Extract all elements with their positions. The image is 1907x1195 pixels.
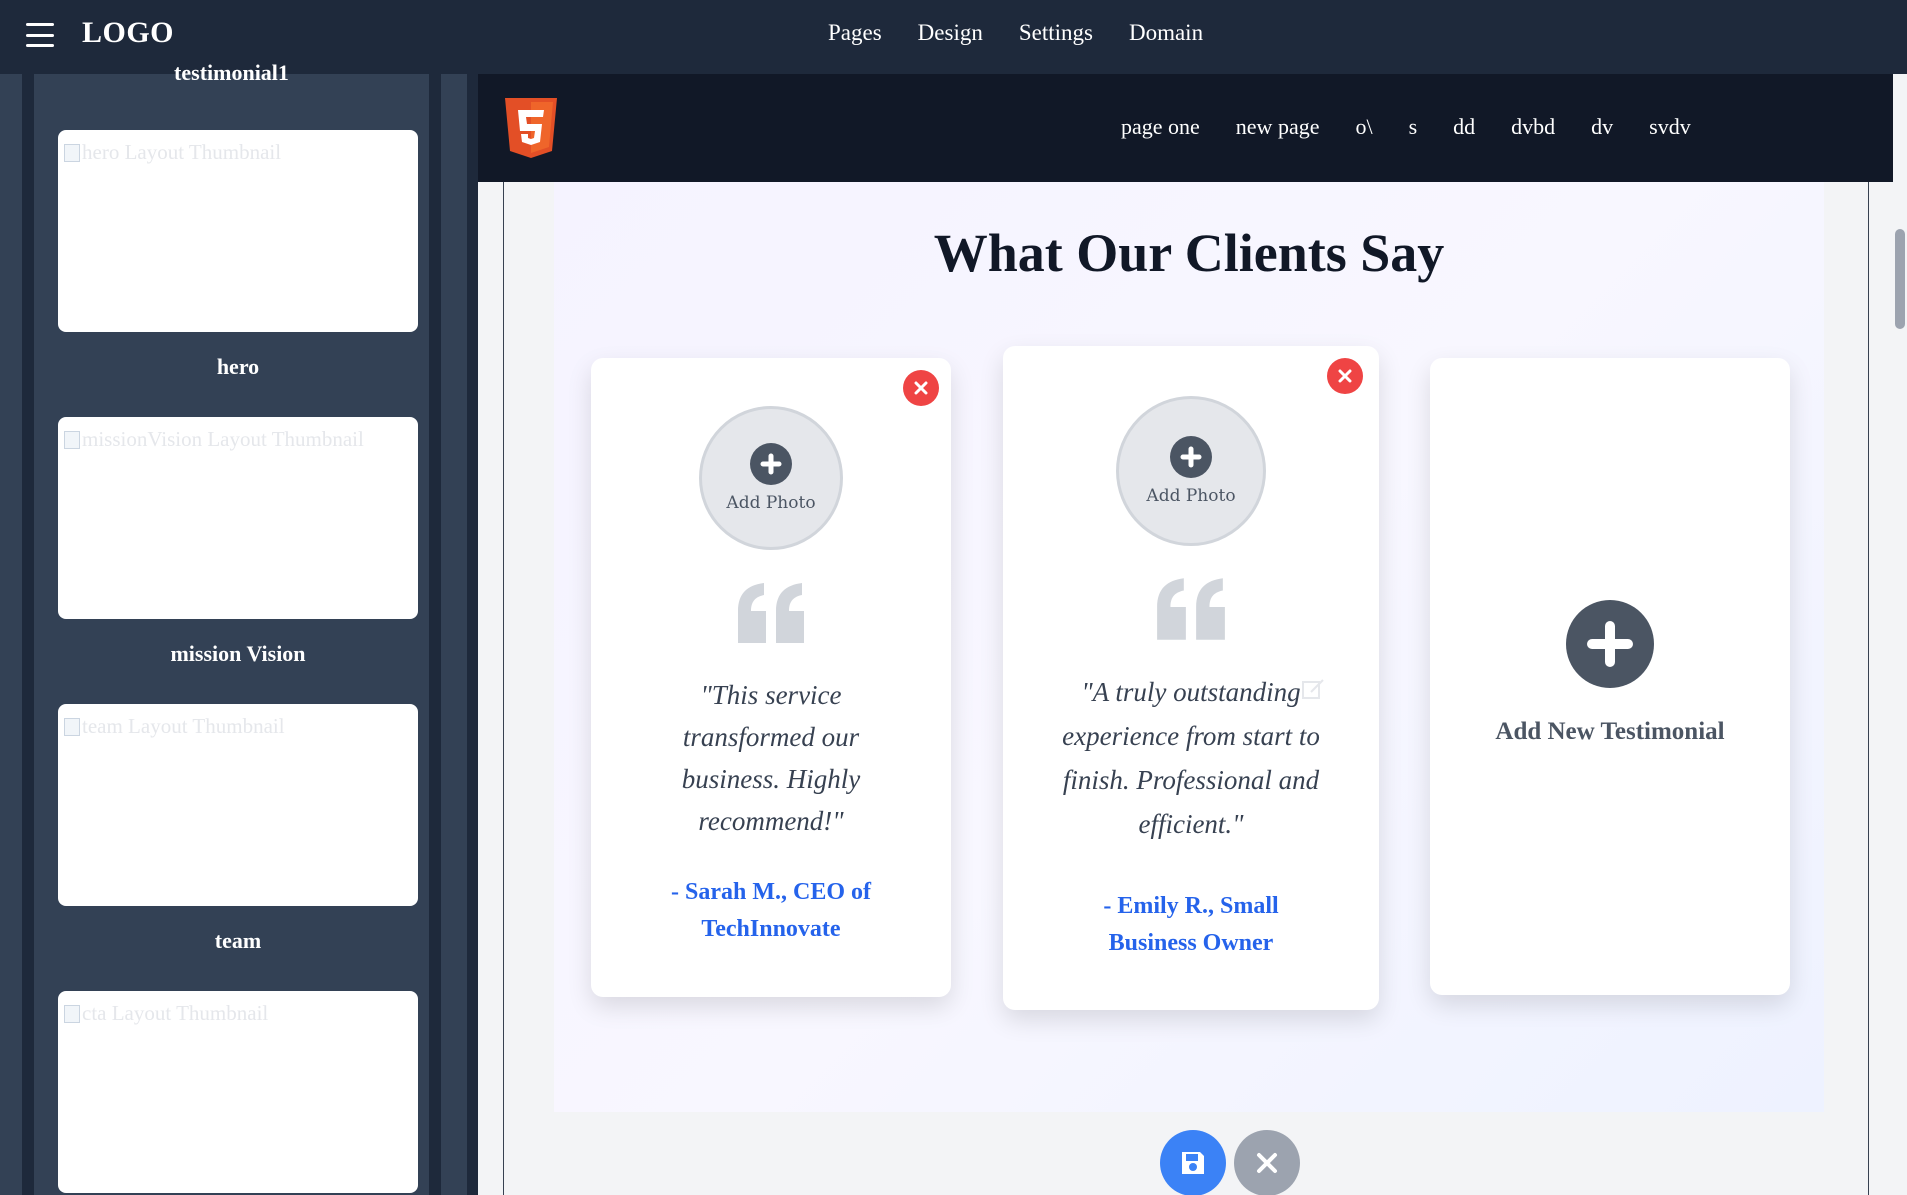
site-nav-link[interactable]: dv bbox=[1591, 114, 1613, 140]
preview-scrollbar[interactable] bbox=[1893, 74, 1907, 1195]
layout-thumbnail[interactable]: cta Layout Thumbnail bbox=[58, 991, 418, 1193]
layout-item-hero[interactable]: hero Layout Thumbnail hero bbox=[58, 130, 418, 380]
nav-pages[interactable]: Pages bbox=[828, 20, 882, 46]
thumbnail-alt: team Layout Thumbnail bbox=[82, 714, 285, 738]
editor-frame: What Our Clients Say Add Photo "This ser… bbox=[503, 182, 1869, 1195]
nav-design[interactable]: Design bbox=[918, 20, 983, 46]
thumbnail-alt: hero Layout Thumbnail bbox=[82, 140, 282, 164]
site-nav-link[interactable]: svdv bbox=[1649, 114, 1691, 140]
broken-image-icon bbox=[64, 717, 80, 736]
add-photo-label: Add Photo bbox=[1146, 486, 1236, 506]
site-nav-link[interactable]: dvbd bbox=[1511, 114, 1555, 140]
top-nav: Pages Design Settings Domain bbox=[828, 20, 1203, 46]
broken-image-icon bbox=[64, 430, 80, 449]
testimonial-card: Add Photo "This service transformed our … bbox=[591, 358, 951, 997]
layout-label: mission Vision bbox=[170, 641, 306, 666]
broken-image-icon bbox=[64, 143, 80, 162]
site-nav-link[interactable]: page one bbox=[1121, 114, 1200, 140]
quote-icon bbox=[1157, 578, 1225, 640]
nav-domain[interactable]: Domain bbox=[1129, 20, 1203, 46]
testimonial-card: Add Photo "A truly outstanding experienc… bbox=[1003, 346, 1379, 1010]
testimonial-quote[interactable]: "A truly outstanding experience from sta… bbox=[1047, 670, 1335, 846]
save-button[interactable] bbox=[1160, 1130, 1226, 1195]
add-testimonial-icon bbox=[1566, 600, 1654, 688]
cancel-button[interactable] bbox=[1234, 1130, 1300, 1195]
site-nav-link[interactable]: o\ bbox=[1355, 114, 1372, 140]
add-testimonial-label: Add New Testimonial bbox=[1495, 718, 1725, 745]
app-logo: LOGO bbox=[82, 16, 175, 49]
site-nav: page one new page o\ s dd dvbd dv svdv bbox=[1121, 114, 1691, 140]
sidebar-edge bbox=[467, 74, 478, 1195]
section-title[interactable]: What Our Clients Say bbox=[554, 222, 1824, 284]
hamburger-menu-icon[interactable] bbox=[26, 23, 54, 47]
nav-settings[interactable]: Settings bbox=[1019, 20, 1093, 46]
save-icon bbox=[1182, 1152, 1204, 1174]
thumbnail-alt: cta Layout Thumbnail bbox=[82, 1001, 269, 1025]
close-icon bbox=[1257, 1153, 1277, 1173]
layout-label: team bbox=[214, 928, 262, 953]
plus-icon bbox=[750, 443, 792, 485]
layout-sidebar[interactable]: hero Layout Thumbnail hero missionVision… bbox=[22, 74, 441, 1195]
layout-thumbnail[interactable]: hero Layout Thumbnail bbox=[58, 130, 418, 332]
thumbnail-alt: missionVision Layout Thumbnail bbox=[82, 427, 364, 451]
remove-card-icon[interactable] bbox=[1327, 358, 1363, 394]
testimonials-section: What Our Clients Say Add Photo "This ser… bbox=[554, 182, 1824, 1112]
layout-item-mission-vision[interactable]: missionVision Layout Thumbnail mission V… bbox=[58, 417, 418, 667]
layout-item-team[interactable]: team Layout Thumbnail team bbox=[58, 704, 418, 954]
add-testimonial-card[interactable]: Add New Testimonial bbox=[1430, 358, 1790, 995]
html5-logo-icon bbox=[505, 98, 557, 158]
page-preview: page one new page o\ s dd dvbd dv svdv W… bbox=[478, 74, 1907, 1195]
site-header: page one new page o\ s dd dvbd dv svdv bbox=[478, 74, 1907, 182]
add-photo-button[interactable]: Add Photo bbox=[699, 406, 843, 550]
layout-label: hero bbox=[216, 354, 260, 379]
site-nav-link[interactable]: new page bbox=[1236, 114, 1320, 140]
layout-item-cta[interactable]: cta Layout Thumbnail bbox=[58, 991, 418, 1193]
layout-thumbnail[interactable]: missionVision Layout Thumbnail bbox=[58, 417, 418, 619]
site-nav-link[interactable]: dd bbox=[1453, 114, 1475, 140]
add-photo-label: Add Photo bbox=[726, 493, 816, 513]
testimonial-author[interactable]: - Emily R., Small Business Owner bbox=[1063, 888, 1319, 962]
testimonial-quote[interactable]: "This service transformed our business. … bbox=[651, 674, 891, 842]
layout-thumbnail[interactable]: team Layout Thumbnail bbox=[58, 704, 418, 906]
layout-label-testimonial1: testimonial1 bbox=[174, 60, 289, 85]
site-nav-link[interactable]: s bbox=[1409, 114, 1418, 140]
remove-card-icon[interactable] bbox=[903, 370, 939, 406]
add-photo-button[interactable]: Add Photo bbox=[1116, 396, 1266, 546]
scrollbar-thumb[interactable] bbox=[1895, 229, 1905, 329]
quote-icon bbox=[738, 583, 804, 643]
plus-icon bbox=[1170, 436, 1212, 478]
testimonial-author[interactable]: - Sarah M., CEO of TechInnovate bbox=[651, 874, 891, 948]
broken-image-icon bbox=[64, 1004, 80, 1023]
